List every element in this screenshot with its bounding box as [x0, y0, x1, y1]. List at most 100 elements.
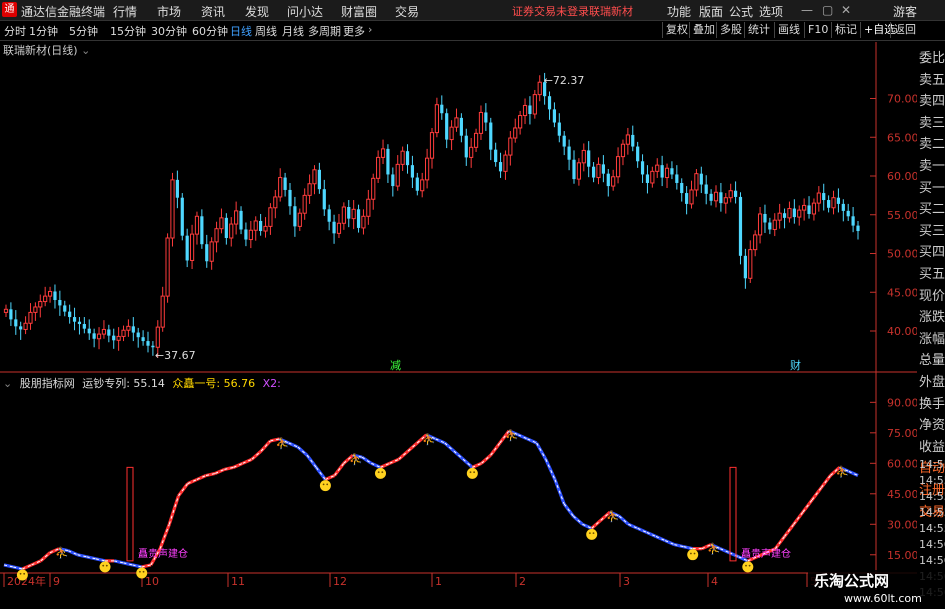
x-tick-label: 12: [333, 575, 347, 587]
restore-icon[interactable]: ▢: [822, 3, 833, 17]
candle-body: [9, 309, 13, 320]
tick-time: 14:55: [919, 474, 945, 487]
btn-huaxian[interactable]: 画线: [774, 22, 803, 38]
quote-label-0: 委比: [919, 51, 945, 66]
candle-body: [596, 163, 601, 179]
btn-back[interactable]: 返回: [890, 22, 919, 38]
candle-body: [101, 328, 107, 335]
smiley-icon: [742, 561, 754, 573]
candle-body: [518, 115, 523, 129]
smiley-eye: [381, 471, 384, 474]
period-multi[interactable]: 多周期: [308, 23, 341, 39]
smiley-eye: [588, 532, 591, 535]
period-more[interactable]: 更多: [343, 23, 365, 39]
btn-tongji[interactable]: 统计: [744, 22, 773, 38]
btn-biaoji[interactable]: 标记: [831, 22, 860, 38]
btn-f10[interactable]: F10: [804, 22, 831, 38]
candle-body: [170, 179, 175, 239]
candle-body: [709, 193, 713, 201]
smiley-icon: [99, 561, 111, 573]
quote-label-12: 涨跌: [919, 310, 945, 326]
indicator-dash: [315, 467, 326, 480]
candle-body: [376, 156, 381, 179]
period-30min[interactable]: 30分钟: [151, 23, 187, 39]
candle-body: [694, 173, 699, 191]
candle-body: [440, 104, 444, 114]
stock-link[interactable]: 联瑞新材: [589, 3, 633, 19]
candle-body: [660, 165, 664, 178]
candle-body: [229, 223, 234, 239]
candle-body: [802, 204, 807, 211]
period-toolbar: 分时 1分钟 5分钟 15分钟 30分钟 60分钟 日线 周线 月线 多周期 更…: [0, 21, 945, 41]
menu-banmian[interactable]: 版面: [699, 3, 723, 20]
candle-body: [680, 182, 684, 194]
period-1min[interactable]: 1分钟: [29, 23, 58, 39]
candle-body: [537, 81, 542, 96]
period-60min[interactable]: 60分钟: [192, 23, 228, 39]
candle-body: [3, 308, 9, 313]
menu-gongneng[interactable]: 功能: [667, 3, 691, 20]
indicator-dash: [811, 487, 822, 501]
candle-body: [219, 217, 224, 230]
indicator-dash: [306, 454, 317, 468]
candle-body: [234, 210, 239, 225]
menu-zixun[interactable]: 资讯: [201, 3, 225, 20]
quote-label-9: 买四: [919, 245, 945, 261]
btn-duogu[interactable]: 多股: [716, 22, 745, 38]
kline-chart[interactable]: 70.00 65.00 60.00 55.00 50.00 45.00 40.00 90.00…: [0, 42, 917, 587]
candle-body: [278, 177, 283, 198]
candle-body: [205, 244, 209, 262]
period-weekly[interactable]: 周线: [255, 23, 277, 39]
x-tick-label: 2: [519, 575, 526, 587]
candle-body: [772, 219, 777, 230]
menu-hangqing[interactable]: 行情: [113, 3, 137, 20]
menu-gongshi[interactable]: 公式: [729, 3, 753, 20]
candle-body: [136, 332, 140, 338]
candle-body: [728, 190, 733, 199]
indicator-dash: [563, 503, 574, 517]
candle-body: [508, 137, 513, 156]
menu-wenxiaoda[interactable]: 问小达: [287, 3, 323, 20]
candle-body: [836, 197, 841, 204]
candle-body: [96, 333, 102, 340]
guest-label[interactable]: 游客: [893, 3, 917, 20]
minimize-icon[interactable]: —: [801, 3, 813, 17]
period-fenshi[interactable]: 分时: [4, 23, 26, 39]
candle-body: [723, 197, 728, 204]
btn-diejia[interactable]: 叠加: [689, 22, 718, 38]
indicator-dash: [784, 523, 795, 537]
menu-shichang[interactable]: 市场: [157, 3, 181, 20]
menu-xuanxiang[interactable]: 选项: [759, 3, 783, 20]
period-monthly[interactable]: 月线: [282, 23, 304, 39]
candle-body: [562, 135, 566, 147]
btn-fuquan[interactable]: 复权: [662, 22, 691, 38]
period-5min[interactable]: 5分钟: [69, 23, 98, 39]
tick-time: 14:56: [919, 538, 945, 551]
period-daily[interactable]: 日线: [230, 23, 252, 39]
menu-faxian[interactable]: 发现: [245, 3, 269, 20]
candle-body: [434, 104, 439, 134]
x-tick-label: 1: [435, 575, 442, 587]
close-icon[interactable]: ✕: [841, 3, 851, 17]
candle-body: [165, 237, 170, 297]
candle-body: [685, 193, 689, 204]
candle-body: [146, 341, 150, 346]
candle-body: [23, 322, 28, 330]
smiley-eye: [693, 552, 696, 555]
smiley-eye: [745, 564, 747, 567]
candle-body: [58, 300, 62, 306]
menu-jiaoyi[interactable]: 交易: [395, 3, 419, 20]
chevron-right-icon[interactable]: ›: [368, 23, 372, 36]
candle-body: [341, 206, 346, 224]
period-15min[interactable]: 15分钟: [110, 23, 146, 39]
candle-body: [336, 222, 342, 234]
candle-body: [14, 319, 18, 327]
quote-label-5: 卖一: [919, 159, 945, 174]
menu-caifuquan[interactable]: 财富圈: [341, 3, 377, 20]
marker-cai[interactable]: 财: [790, 358, 801, 372]
marker-jian[interactable]: 减: [390, 359, 401, 372]
candle-body: [47, 290, 53, 297]
title-bar: 通 通达信金融终端 行情 市场 资讯 发现 问小达 财富圈 交易 证券交易未登录…: [0, 0, 945, 21]
login-warning[interactable]: 证券交易未登录: [512, 3, 589, 19]
candle-body: [371, 177, 376, 200]
